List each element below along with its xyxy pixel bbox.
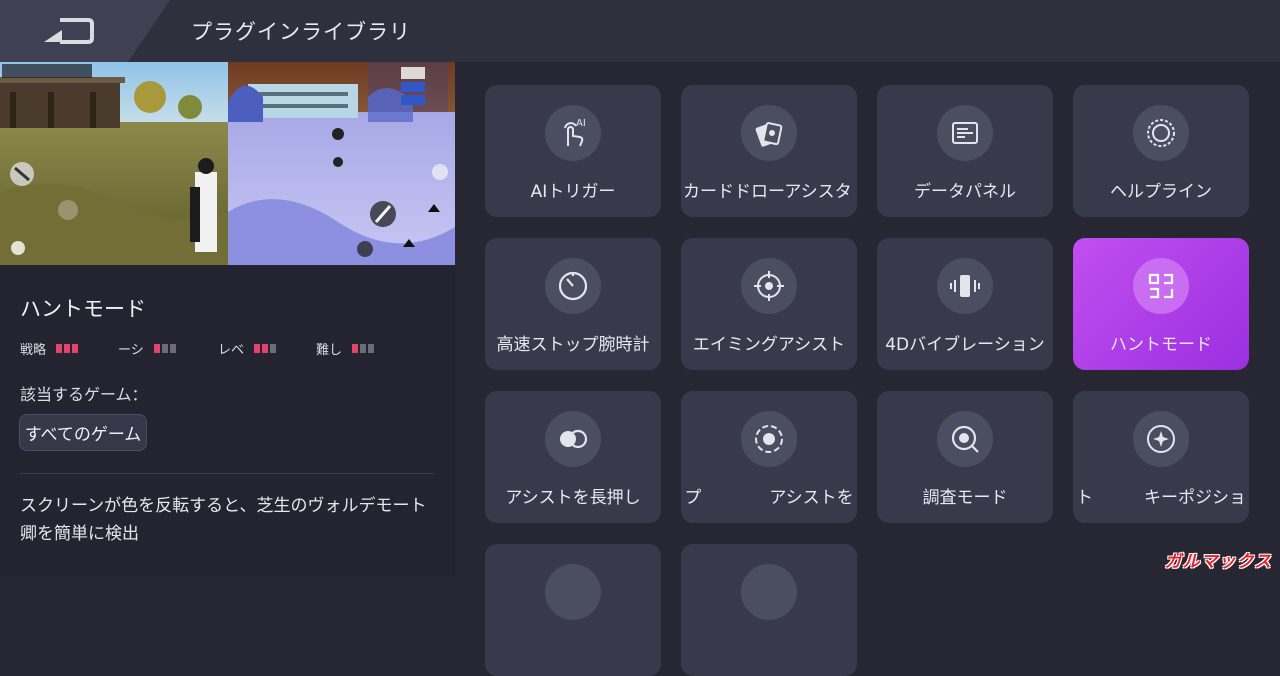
divider	[20, 473, 435, 474]
stat-label: 戦略	[20, 343, 47, 358]
stat-strategy: 戦略	[20, 339, 79, 358]
stat-second: ーシ	[118, 339, 176, 358]
plugin-card[interactable]: ト キーポジショ	[1073, 391, 1249, 523]
plugin-stats: 戦略 ーシ レベ 難し	[20, 339, 440, 359]
stat-level: レベ	[218, 339, 277, 358]
stat-bar-segment	[56, 344, 63, 353]
stat-bars	[56, 344, 79, 353]
stat-label: レベ	[218, 343, 245, 358]
back-button[interactable]	[0, 0, 170, 62]
stat-bars	[153, 344, 176, 353]
plugin-card[interactable]: ヘルプライン	[1073, 85, 1249, 217]
stat-bar-segment	[352, 344, 359, 353]
stat-bar-segment	[161, 344, 168, 353]
stat-bars	[254, 344, 277, 353]
plugin-card[interactable]: 高速ストップ腕時計	[485, 238, 661, 370]
stat-bar-segment	[72, 344, 79, 353]
crosshair-icon	[741, 258, 797, 314]
stat-bar-segment	[270, 344, 277, 353]
help-line-icon	[1133, 105, 1189, 161]
plugin-card[interactable]: データパネル	[877, 85, 1053, 217]
plugin-title: ハントモード	[20, 297, 146, 321]
plugin-card[interactable]	[681, 544, 857, 676]
game-scene-inverted	[228, 62, 455, 265]
watermark-logo: ガルマックス	[1164, 552, 1272, 572]
plugin-card[interactable]: 調査モード	[877, 391, 1053, 523]
plugin-card[interactable]: AI AIトリガー	[485, 85, 661, 217]
plugin-detail-panel: ハントモード 戦略 ーシ レベ 難し 該当するゲーム： すべてのゲーム スクリー…	[0, 62, 455, 576]
stat-bar-segment	[368, 344, 375, 353]
all-games-chip[interactable]: すべてのゲーム	[19, 414, 147, 451]
stat-bar-segment	[262, 344, 269, 353]
plugin-card-label: ハントモード	[1110, 335, 1212, 355]
stat-bar-segment	[64, 344, 71, 353]
long-press-icon	[545, 411, 601, 467]
game-scene-normal	[0, 62, 228, 265]
vibration-icon	[937, 258, 993, 314]
hunt-mode-icon	[1133, 258, 1189, 314]
stat-bar-segment	[169, 344, 176, 353]
plugin-grid: AI AIトリガー カードドローアシスタ データパネル ヘルプライン高速ストップ腕時計 エ…	[455, 62, 1280, 676]
stat-bars	[352, 344, 375, 353]
plugin-card-label: 調査モード	[922, 488, 1008, 508]
plugin-preview-image	[0, 62, 455, 265]
plugin-card-label: ト キーポジショ	[1076, 488, 1246, 508]
page-title: プラグインライブラリ	[191, 20, 411, 44]
plugin-card[interactable]: プ アシストを	[681, 391, 857, 523]
plugin-card-label: 高速ストップ腕時計	[496, 335, 650, 355]
plugin-card-label: データパネル	[914, 182, 1016, 202]
stat-label: ーシ	[118, 343, 144, 358]
plugin-card[interactable]: アシストを長押し	[485, 391, 661, 523]
plugin-icon-placeholder	[741, 564, 797, 620]
card-draw-icon	[741, 105, 797, 161]
applicable-games-label: 該当するゲーム：	[20, 385, 148, 404]
app-header: プラグインライブラリ	[0, 0, 1280, 62]
plugin-card-label: ヘルプライン	[1110, 182, 1212, 202]
svg-text:AI: AI	[576, 118, 586, 129]
investigation-icon	[937, 411, 993, 467]
plugin-card[interactable]: 4Dバイブレーション	[877, 238, 1053, 370]
stopwatch-icon	[545, 258, 601, 314]
stat-bar-segment	[254, 344, 261, 353]
plugin-card[interactable]: エイミングアシスト	[681, 238, 857, 370]
stat-bar-segment	[360, 344, 367, 353]
stat-label: 難し	[316, 343, 343, 358]
plugin-card[interactable]: ハントモード	[1073, 238, 1249, 370]
key-position-icon	[1133, 411, 1189, 467]
plugin-description: スクリーンが色を反転すると、芝生のヴォルデモート卿を簡単に検出	[20, 496, 427, 544]
plugin-card-label: プ アシストを	[684, 488, 854, 508]
plugin-card-label: 4Dバイブレーション	[885, 335, 1045, 355]
stat-difficulty: 難し	[316, 339, 375, 358]
plugin-card[interactable]	[485, 544, 661, 676]
data-panel-icon	[937, 105, 993, 161]
plugin-card-label: エイミングアシスト	[692, 335, 846, 355]
plugin-card-label: アシストを長押し	[505, 488, 641, 508]
plugin-card-label: カードドローアシスタ	[683, 182, 852, 202]
target-assist-icon	[741, 411, 797, 467]
ai-touch-icon: AI	[545, 105, 601, 161]
plugin-card[interactable]: カードドローアシスタ	[681, 85, 857, 217]
plugin-icon-placeholder	[545, 564, 601, 620]
stat-bar-segment	[153, 344, 160, 353]
plugin-card-label: AIトリガー	[530, 182, 616, 202]
